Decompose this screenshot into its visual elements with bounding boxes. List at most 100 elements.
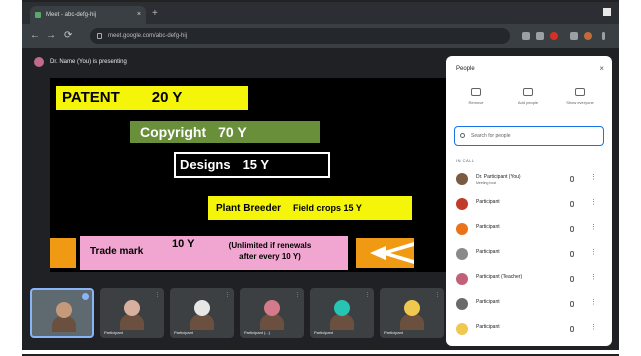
participant-tile[interactable]: ⋮ Participant	[100, 288, 164, 338]
show-everyone-icon	[575, 88, 585, 96]
remove-action[interactable]: Remove	[450, 88, 502, 105]
remove-label: Remove	[468, 100, 484, 105]
mic-icon[interactable]	[570, 201, 574, 207]
more-options-icon[interactable]: ⋮	[590, 323, 597, 333]
avatar	[456, 248, 468, 260]
show-everyone-action[interactable]: Show everyone	[554, 88, 606, 105]
tile-menu-icon[interactable]: ⋮	[225, 292, 230, 298]
meet-stage: Dr. Name (You) is presenting PATENT 20 Y …	[22, 48, 619, 350]
person-name: Participant	[476, 199, 500, 205]
meet-favicon-icon	[35, 12, 41, 18]
participant-name: Participant	[104, 330, 123, 335]
tab-title: Meet - abc-defg-hij	[46, 12, 97, 18]
avatar	[456, 223, 468, 235]
person-name: Participant (Teacher)	[476, 274, 523, 280]
avatar	[456, 323, 468, 335]
participant-tile[interactable]: ⋮ Participant	[380, 288, 444, 338]
person-name: Participant	[476, 249, 500, 255]
designs-label: Designs	[180, 157, 231, 172]
avatar	[456, 273, 468, 285]
shared-slide: PATENT 20 Y Copyright 70 Y Designs 15 Y Pla…	[50, 78, 446, 272]
participant-tile[interactable]	[30, 288, 94, 338]
browser-menu-icon[interactable]	[602, 32, 605, 40]
participant-tile[interactable]: ⋮ Participant (...)	[240, 288, 304, 338]
people-search-input[interactable]: Search for people	[454, 126, 604, 146]
patent-label: PATENT	[62, 89, 120, 106]
people-list-item[interactable]: Participant ⋮	[454, 218, 604, 240]
extensions-icon[interactable]	[570, 32, 578, 40]
avatar	[456, 198, 468, 210]
participant-avatar	[124, 300, 140, 316]
presenter-avatar	[34, 57, 44, 67]
bookmark-icon[interactable]	[536, 32, 544, 40]
participant-name: Participant	[384, 330, 403, 335]
participant-body	[260, 314, 284, 330]
show-everyone-label: Show everyone	[566, 100, 594, 105]
copyright-box: Copyright 70 Y	[130, 121, 320, 143]
more-options-icon[interactable]: ⋮	[590, 198, 597, 208]
people-list-item[interactable]: Participant ⋮	[454, 293, 604, 315]
people-panel: People × Remove Add people Show everyone…	[446, 56, 612, 346]
tile-menu-icon[interactable]: ⋮	[155, 292, 160, 298]
tile-menu-icon[interactable]: ⋮	[295, 292, 300, 298]
more-options-icon[interactable]: ⋮	[590, 223, 597, 233]
window-close-icon[interactable]	[603, 8, 611, 16]
close-icon[interactable]: ×	[599, 64, 604, 73]
trade-note: (Unlimited if renewals after every 10 Y)	[228, 241, 312, 261]
mic-icon[interactable]	[570, 251, 574, 257]
participant-body	[52, 316, 76, 332]
person-name: Dr. Participant (You)	[476, 174, 521, 180]
plant-label: Plant Breeder	[216, 203, 282, 214]
forward-button[interactable]: →	[46, 29, 56, 43]
add-people-label: Add people	[517, 100, 539, 105]
designs-box: Designs 15 Y	[174, 152, 330, 178]
add-people-action[interactable]: Add people	[502, 88, 554, 105]
mic-icon[interactable]	[570, 301, 574, 307]
mic-icon[interactable]	[570, 226, 574, 232]
recording-icon[interactable]	[550, 32, 558, 40]
tile-menu-icon[interactable]: ⋮	[365, 292, 370, 298]
reload-button[interactable]: ⟳	[64, 29, 72, 43]
person-role: Meeting host	[476, 181, 497, 185]
tile-menu-icon[interactable]: ⋮	[435, 292, 440, 298]
people-list-item[interactable]: Participant ⋮	[454, 243, 604, 265]
tab-close-icon[interactable]: ×	[137, 6, 141, 24]
plant-breeder-box: Plant Breeder Field crops 15 Y	[208, 196, 412, 220]
search-placeholder: Search for people	[471, 133, 511, 139]
new-tab-button[interactable]: +	[152, 7, 158, 21]
people-list-item[interactable]: Participant (Teacher) ⋮	[454, 268, 604, 290]
person-name: Participant	[476, 224, 500, 230]
participant-avatar	[404, 300, 420, 316]
back-button[interactable]: ←	[30, 29, 40, 43]
mic-icon[interactable]	[570, 326, 574, 332]
mic-icon[interactable]	[570, 176, 574, 182]
more-options-icon[interactable]: ⋮	[590, 273, 597, 283]
plant-value: Field crops 15 Y	[293, 203, 362, 213]
orange-decoration	[50, 238, 76, 268]
people-panel-title: People	[456, 66, 475, 72]
people-list-item[interactable]: Participant ⋮	[454, 318, 604, 340]
participant-tile[interactable]: ⋮ Participant	[310, 288, 374, 338]
participant-body	[190, 314, 214, 330]
more-options-icon[interactable]: ⋮	[590, 248, 597, 258]
participant-body	[330, 314, 354, 330]
arrow-decoration-icon	[356, 238, 414, 268]
people-list-item[interactable]: Participant ⋮	[454, 193, 604, 215]
person-name: Participant	[476, 324, 500, 330]
profile-avatar[interactable]	[584, 32, 592, 40]
more-options-icon[interactable]: ⋮	[590, 298, 597, 308]
trade-label: Trade mark	[90, 246, 144, 257]
presenting-banner: Dr. Name (You) is presenting	[34, 56, 127, 68]
avatar	[456, 298, 468, 310]
lock-icon	[97, 33, 102, 39]
mic-icon[interactable]	[570, 276, 574, 282]
copyright-label: Copyright	[140, 124, 207, 140]
address-bar[interactable]: meet.google.com/abc-defg-hij	[90, 28, 510, 44]
browser-tab[interactable]: Meet - abc-defg-hij ×	[30, 6, 146, 24]
remove-icon	[471, 88, 481, 96]
camera-permission-icon[interactable]	[522, 32, 530, 40]
participant-tile[interactable]: ⋮ Participant	[170, 288, 234, 338]
people-list-item[interactable]: Dr. Participant (You) Meeting host ⋮	[454, 168, 604, 190]
pin-icon[interactable]	[82, 293, 89, 300]
more-options-icon[interactable]: ⋮	[590, 173, 597, 183]
